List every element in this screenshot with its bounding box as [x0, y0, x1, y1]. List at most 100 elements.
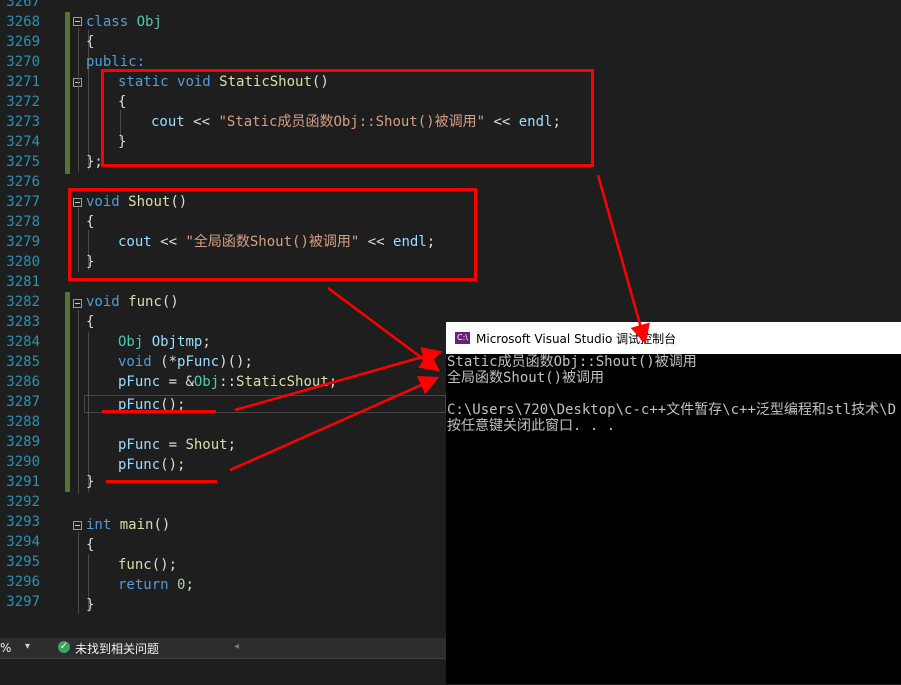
line-number: 3281 [6, 274, 40, 290]
console-title-bar[interactable]: C:\ Microsoft Visual Studio 调试控制台 [446, 322, 901, 354]
line-number: 3296 [6, 574, 40, 590]
line-number: 3286 [6, 374, 40, 390]
code-line[interactable]: void (*pFunc)(); [118, 352, 253, 372]
punctuation: (); [151, 557, 178, 573]
chevron-down-icon[interactable]: ▾ [25, 641, 30, 652]
punctuation: ; [185, 577, 194, 593]
zoom-level[interactable]: % [0, 641, 11, 655]
class-name: Obj [136, 14, 162, 30]
identifier: pFunc [118, 374, 161, 390]
change-marker [65, 12, 70, 174]
function-name: Shout [185, 437, 228, 453]
code-line[interactable]: } [86, 595, 94, 615]
line-number: 3280 [6, 254, 40, 270]
operator: = [160, 437, 186, 453]
annotation-underline [106, 480, 217, 483]
punctuation: (* [151, 354, 178, 370]
line-number: 3284 [6, 334, 40, 350]
type-name: Obj [118, 334, 144, 350]
bottom-panel [0, 658, 446, 685]
punctuation: () [153, 517, 171, 533]
keyword: class [86, 14, 129, 30]
line-number: 3295 [6, 554, 40, 570]
line-number: 3288 [6, 414, 40, 430]
line-number: 3271 [6, 74, 40, 90]
status-bar: % ▾ ✓ 未找到相关问题 ◂ [0, 638, 446, 658]
line-number: 3278 [6, 214, 40, 230]
indent-guide [78, 28, 79, 172]
line-number: 3269 [6, 34, 40, 50]
line-number: 3283 [6, 314, 40, 330]
keyword: void [86, 294, 120, 310]
indent-guide [78, 310, 79, 494]
line-number: 3297 [6, 594, 40, 610]
annotation-box-shout [68, 188, 477, 281]
punctuation: ; [227, 437, 237, 453]
line-number: 3285 [6, 354, 40, 370]
keyword: int [86, 517, 112, 533]
code-line[interactable]: pFunc = &Obj::StaticShout; [118, 372, 337, 392]
debug-console-window[interactable]: C:\ Microsoft Visual Studio 调试控制台 Static… [446, 322, 901, 684]
punctuation: )(); [219, 354, 253, 370]
code-line[interactable]: void func() [86, 292, 179, 312]
function-name: main [119, 517, 154, 533]
code-line[interactable]: int main() [86, 515, 170, 535]
code-line[interactable]: pFunc(); [118, 455, 185, 475]
function-name: func [118, 557, 152, 573]
punctuation: ; [202, 334, 211, 350]
annotation-underline [102, 410, 216, 413]
code-line[interactable]: pFunc = Shout; [118, 435, 236, 455]
type-name: Obj [193, 374, 220, 390]
operator: :: [219, 374, 237, 390]
line-number: 3272 [6, 94, 40, 110]
code-line[interactable]: func(); [118, 555, 177, 575]
line-number: 3276 [6, 174, 40, 190]
code-line[interactable]: { [86, 535, 94, 555]
function-name: func [128, 294, 162, 310]
indent-guide [78, 532, 79, 614]
console-line: 全局函数Shout()被调用 [447, 370, 605, 386]
line-number: 3270 [6, 54, 40, 70]
line-number: 3273 [6, 114, 40, 130]
line-number: 3282 [6, 294, 40, 310]
console-output[interactable]: Static成员函数Obj::Shout()被调用 全局函数Shout()被调用… [446, 354, 901, 684]
line-number: 3294 [6, 534, 40, 550]
line-number: 3292 [6, 494, 40, 510]
code-line[interactable]: { [86, 312, 94, 332]
identifier: Objtmp [151, 334, 203, 350]
console-title: Microsoft Visual Studio 调试控制台 [476, 332, 677, 346]
code-line[interactable]: } [86, 472, 94, 492]
identifier: pFunc [118, 457, 161, 473]
line-number: 3279 [6, 234, 40, 250]
console-line: Static成员函数Obj::Shout()被调用 [447, 354, 697, 370]
punctuation: () [161, 294, 179, 310]
identifier: pFunc [177, 354, 220, 370]
console-line: 按任意键关闭此窗口. . . [447, 418, 616, 434]
line-number: 3293 [6, 514, 40, 530]
function-name: StaticShout [236, 374, 329, 390]
collapse-icon[interactable] [73, 17, 82, 26]
collapse-icon[interactable] [73, 299, 82, 308]
operator: = & [160, 374, 194, 390]
line-number: 3275 [6, 154, 40, 170]
line-number: 3277 [6, 194, 40, 210]
identifier: pFunc [118, 437, 161, 453]
code-line[interactable]: return 0; [118, 575, 194, 595]
access-specifier: public: [86, 54, 146, 70]
line-number: 3287 [6, 394, 40, 410]
change-marker [65, 292, 70, 492]
keyword: return [118, 577, 169, 593]
code-line[interactable]: class Obj [86, 12, 162, 32]
line-number: 3289 [6, 434, 40, 450]
console-line: C:\Users\720\Desktop\c-c++文件暂存\c++泛型编程和s… [447, 402, 897, 418]
code-line[interactable]: Obj Objtmp; [118, 332, 211, 352]
code-line[interactable]: { [86, 32, 94, 52]
scroll-left-icon[interactable]: ◂ [234, 641, 239, 652]
annotation-box-static-shout [101, 69, 594, 167]
line-number: 3268 [6, 14, 40, 30]
collapse-icon[interactable] [73, 521, 82, 530]
issues-status[interactable]: 未找到相关问题 [75, 640, 159, 657]
punctuation: (); [160, 457, 186, 473]
line-number: 3267 [6, 0, 40, 10]
